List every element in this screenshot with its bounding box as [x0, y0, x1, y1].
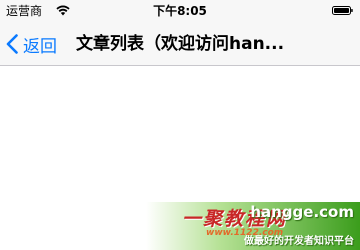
status-time: 下午8:05	[153, 4, 207, 18]
back-button[interactable]: 返回	[6, 22, 57, 66]
status-bar: 运营商 下午8:05	[0, 0, 360, 22]
battery-icon	[332, 6, 353, 15]
watermark-overlay: 一聚教程网 www.1122.com hangge.com 做最好的开发者知识平…	[146, 202, 360, 250]
page-title: 文章列表（欢迎访问han...	[76, 34, 285, 54]
watermark-domain: hangge.com	[250, 203, 354, 221]
watermark-tagline: 做最好的开发者知识平台	[244, 236, 354, 247]
navigation-bar: 返回 文章列表（欢迎访问han...	[0, 22, 360, 66]
chevron-left-icon	[6, 34, 18, 54]
back-label: 返回	[23, 36, 57, 57]
